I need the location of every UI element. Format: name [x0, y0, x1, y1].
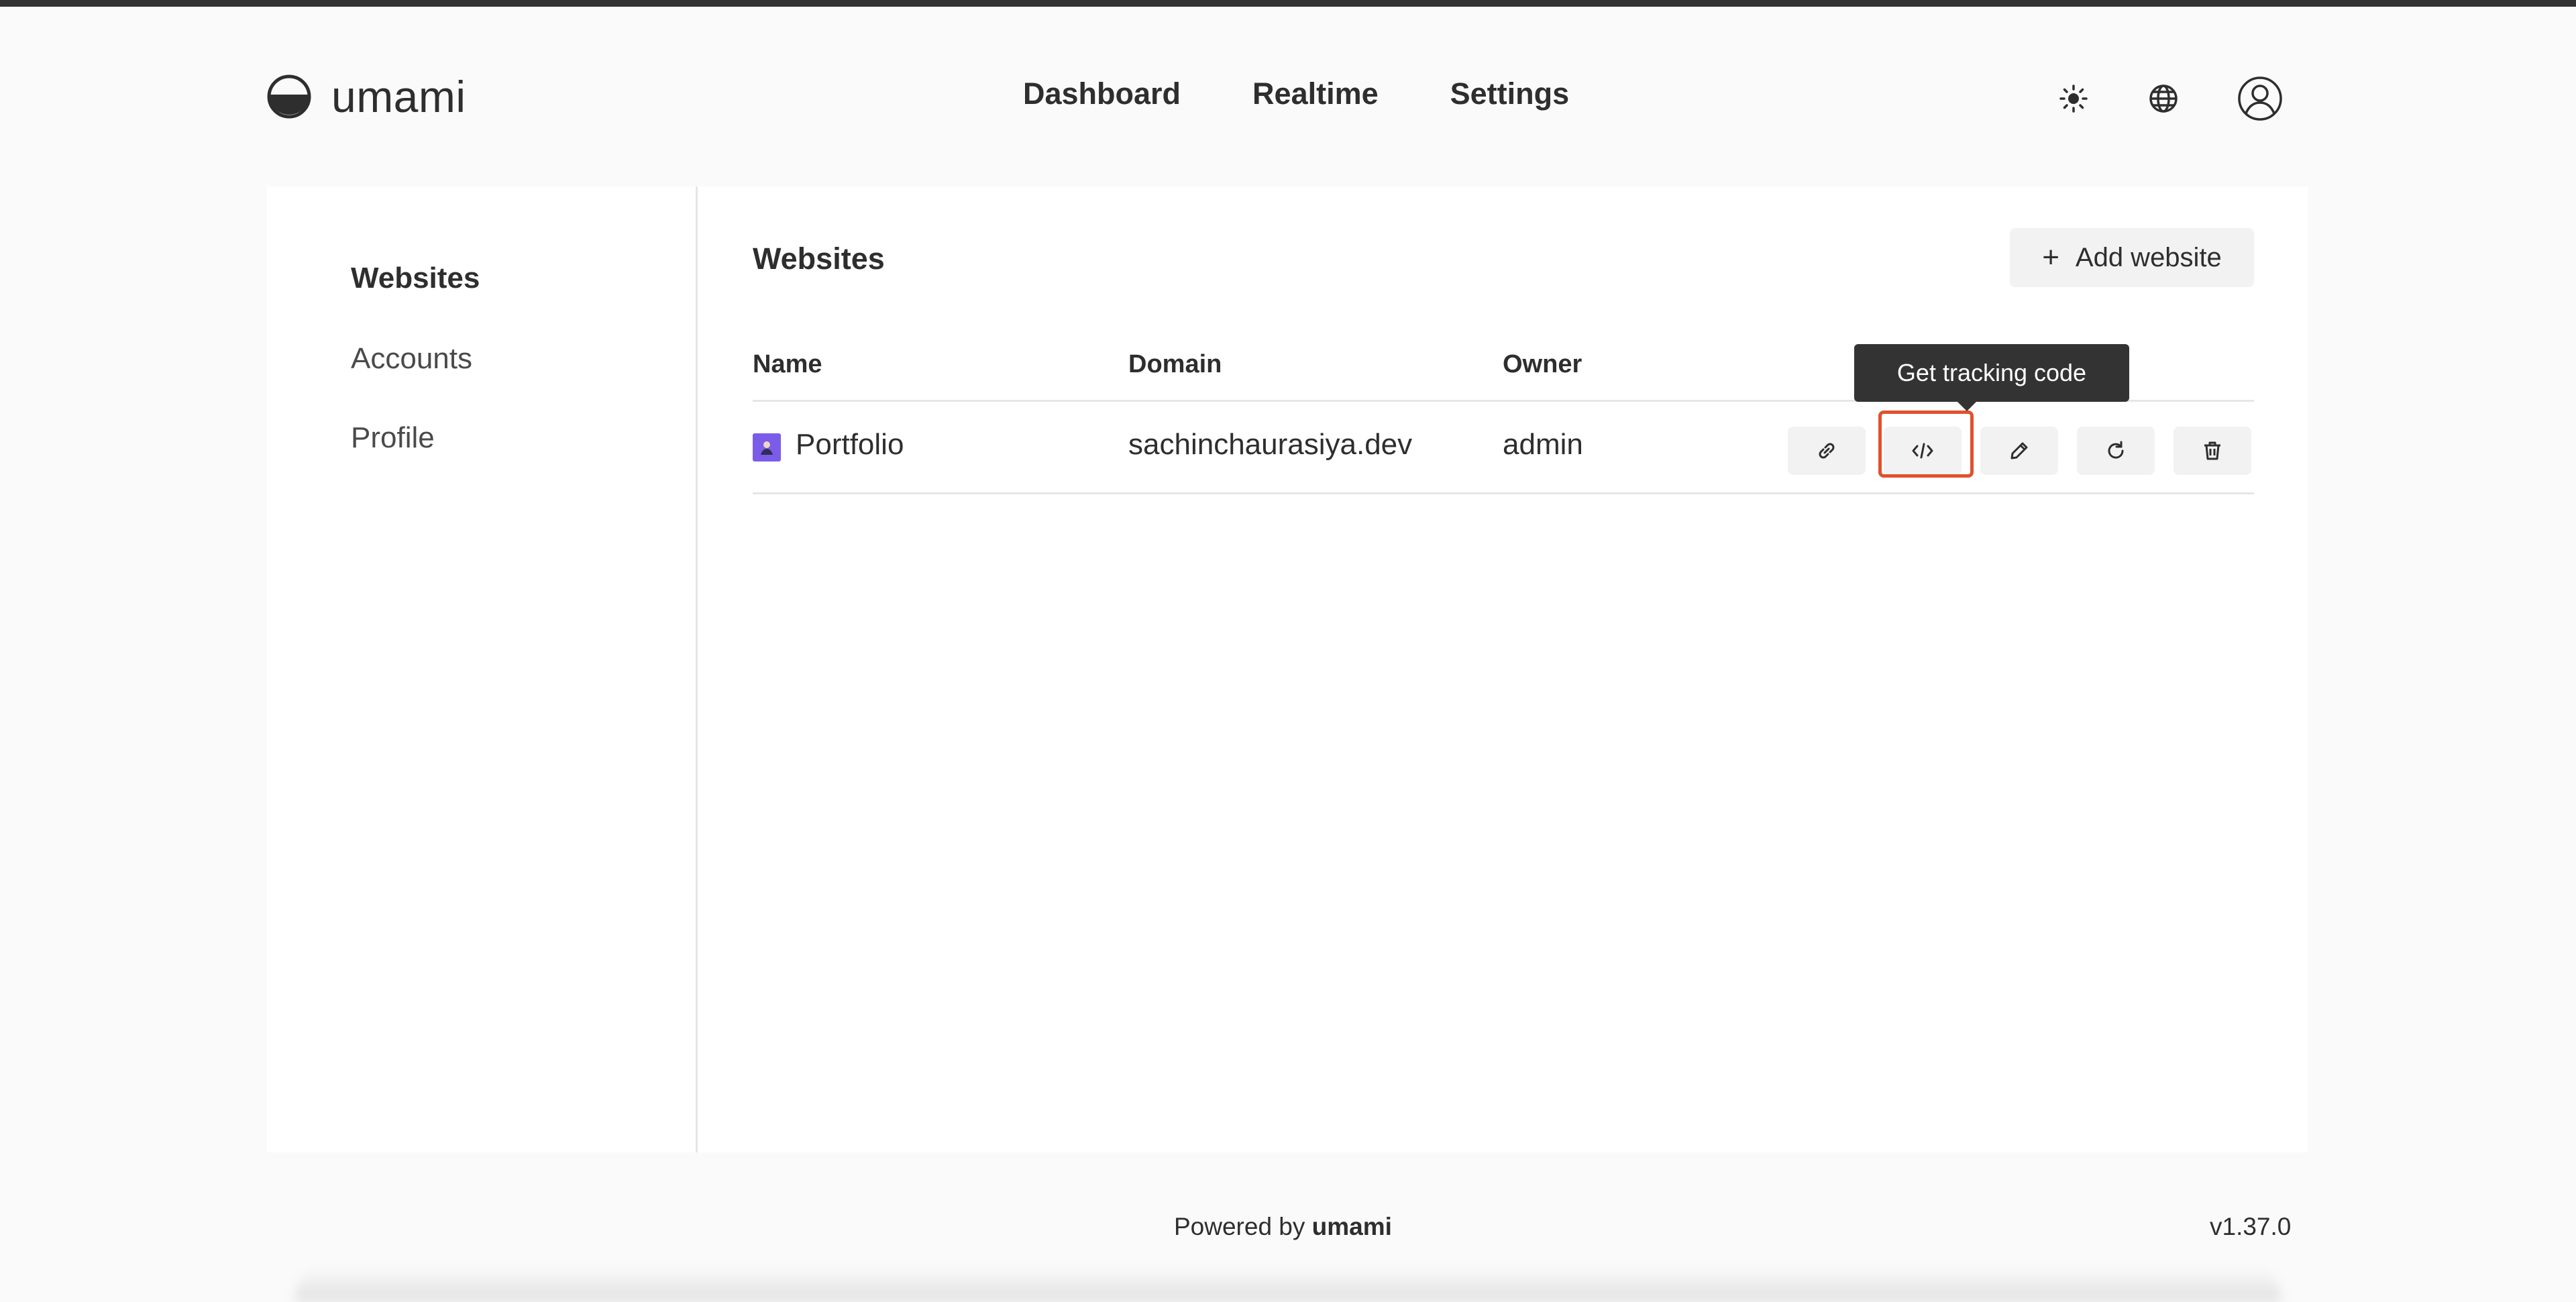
- add-website-label: Add website: [2075, 242, 2222, 272]
- sidebar-item-profile[interactable]: Profile: [351, 421, 435, 455]
- reset-website-button[interactable]: [2077, 427, 2155, 475]
- main-card: Websites Accounts Profile Websites + Add…: [267, 186, 2308, 1152]
- umami-logo-icon: [267, 74, 311, 119]
- table-row-divider: [753, 492, 2254, 494]
- theme-toggle-button[interactable]: [2051, 76, 2096, 121]
- app-header: umami Dashboard Realtime Settings: [0, 7, 2576, 188]
- sun-icon: [2059, 85, 2088, 113]
- nav-settings[interactable]: Settings: [1450, 76, 1570, 111]
- column-header-domain: Domain: [1128, 350, 1222, 378]
- main-nav: Dashboard Realtime Settings: [1023, 76, 1569, 111]
- edit-website-button[interactable]: [1980, 427, 2058, 475]
- app-name: umami: [331, 72, 466, 121]
- column-header-name: Name: [753, 350, 822, 378]
- footer-brand-link[interactable]: umami: [1312, 1213, 1392, 1240]
- settings-sidebar: Websites Accounts Profile: [267, 186, 698, 1152]
- code-icon: [1912, 443, 1933, 459]
- plus-icon: +: [2042, 241, 2059, 274]
- website-favicon-icon: [753, 433, 781, 462]
- sidebar-item-websites[interactable]: Websites: [351, 262, 480, 295]
- user-icon: [2238, 76, 2282, 121]
- tracking-code-button[interactable]: [1884, 427, 1962, 475]
- refresh-icon: [2108, 441, 2124, 459]
- add-website-button[interactable]: + Add website: [2010, 228, 2254, 287]
- tooltip-arrow: [1957, 402, 1976, 411]
- nav-realtime[interactable]: Realtime: [1252, 76, 1379, 111]
- profile-button[interactable]: [2237, 76, 2283, 121]
- bottom-shadow: [295, 1268, 2281, 1302]
- share-link-button[interactable]: [1788, 427, 1866, 475]
- app-version: v1.37.0: [2210, 1213, 2292, 1240]
- website-owner: admin: [1503, 428, 1583, 461]
- sidebar-item-accounts[interactable]: Accounts: [351, 342, 472, 376]
- pencil-icon: [2010, 442, 2028, 459]
- website-domain: sachinchaurasiya.dev: [1128, 428, 1413, 461]
- tooltip: Get tracking code: [1854, 344, 2129, 402]
- tooltip-text: Get tracking code: [1896, 359, 2087, 386]
- link-icon: [1819, 443, 1835, 459]
- delete-website-button[interactable]: [2174, 427, 2251, 475]
- footer-powered-by: Powered by umami: [1174, 1213, 1392, 1241]
- globe-icon: [2149, 85, 2178, 113]
- column-header-owner: Owner: [1503, 350, 1582, 378]
- websites-panel: Websites + Add website Name Domain Owner…: [753, 186, 2254, 1152]
- website-name[interactable]: Portfolio: [796, 428, 904, 462]
- powered-by-text: Powered by: [1174, 1213, 1305, 1240]
- table-row: Portfolio sachinchaurasiya.dev admin: [753, 401, 2254, 492]
- language-button[interactable]: [2141, 76, 2186, 121]
- window-top-edge: [0, 0, 2576, 7]
- app-logo[interactable]: umami: [267, 71, 466, 122]
- nav-dashboard[interactable]: Dashboard: [1023, 76, 1181, 111]
- header-actions: [2051, 76, 2283, 121]
- page-title: Websites: [753, 241, 885, 276]
- trash-icon: [2204, 441, 2220, 460]
